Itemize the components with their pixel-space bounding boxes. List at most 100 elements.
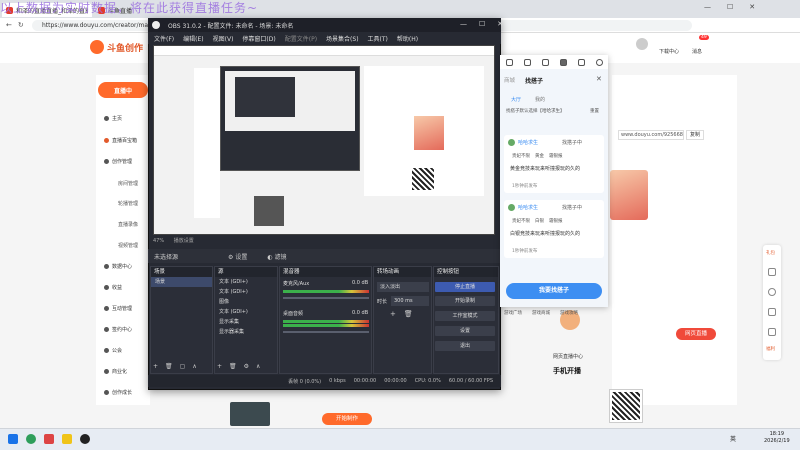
partner-card[interactable]: 哈哈求生 找搭子中 贵妃不限 黄金 霜银报 黄金竞技来玩来听撞报玩的久的 1秒钟…: [504, 135, 604, 193]
obs-minimize-icon[interactable]: —: [460, 20, 467, 28]
subtab-hall[interactable]: 大厅: [511, 96, 521, 103]
subtab-mine[interactable]: 我的: [535, 96, 545, 103]
menu-edit[interactable]: 编辑(E): [183, 34, 203, 43]
sidebar-item-income[interactable]: 收益: [104, 284, 122, 291]
gamepad-icon[interactable]: [541, 58, 549, 66]
studio-mode-button[interactable]: 工作室模式: [435, 311, 495, 321]
power-icon[interactable]: [595, 58, 603, 66]
source-item[interactable]: 文本 (GDI+): [215, 307, 277, 317]
settings-button[interactable]: 设置: [435, 326, 495, 336]
qr-code: [609, 389, 643, 423]
sidebar-item-biz[interactable]: 商业化: [104, 368, 127, 375]
menu-scene-collection[interactable]: 场景集合(S): [326, 34, 359, 43]
trash-icon[interactable]: 🗑: [165, 363, 173, 370]
source-item[interactable]: 文本 (GDI+): [215, 277, 277, 287]
sidebar-item-data[interactable]: 数据中心: [104, 263, 132, 270]
people-icon[interactable]: [559, 58, 567, 66]
popup-close-icon[interactable]: ✕: [596, 75, 602, 83]
source-item[interactable]: 文本 (GDI+): [215, 287, 277, 297]
transition-select[interactable]: 淡入淡出: [377, 282, 429, 292]
partner-card[interactable]: 哈哈求生 找搭子中 贵妃不限 白银 霜银报 白银竞技来玩来听撞报玩的久的 1秒钟…: [504, 200, 604, 258]
sidebar-item-box[interactable]: 直播百宝箱: [104, 137, 137, 144]
home-icon[interactable]: [505, 58, 513, 66]
welfare-label[interactable]: 福利: [766, 346, 775, 352]
sidebar-item-grow[interactable]: 创作成长: [104, 389, 132, 396]
source-item[interactable]: 图像: [215, 297, 277, 307]
messages[interactable]: 消息: [692, 48, 702, 55]
sidebar-item-manage[interactable]: 创作管理: [104, 158, 132, 165]
maximize-icon[interactable]: ☐: [727, 3, 733, 11]
window-icon[interactable]: [577, 58, 585, 66]
minimize-icon[interactable]: —: [704, 3, 711, 11]
mic-volume-slider[interactable]: [283, 297, 369, 299]
folder-icon[interactable]: [62, 434, 72, 444]
sidebar-item-interact[interactable]: 互动管理: [104, 305, 132, 312]
back-icon[interactable]: ←: [6, 21, 12, 29]
up-icon[interactable]: ∧: [256, 363, 260, 370]
filter-icon[interactable]: ▢: [180, 363, 186, 370]
game-mall-link[interactable]: 游戏商城: [532, 310, 550, 316]
menu-profile[interactable]: 配置文件(P): [285, 34, 317, 43]
game-guide-link[interactable]: 游戏攻略: [560, 310, 578, 316]
menu-file[interactable]: 文件(F): [154, 34, 174, 43]
copy-link-button[interactable]: 复制: [686, 130, 705, 140]
game-square-link[interactable]: 游戏广场: [504, 310, 522, 316]
sidebar-sub-carousel[interactable]: 轮播管理: [118, 200, 138, 207]
sidebar-sub-room[interactable]: 房间管理: [118, 180, 138, 187]
menu-help[interactable]: 帮助(H): [397, 34, 418, 43]
taskbar-clock[interactable]: 18:19 2026/2/19: [764, 431, 790, 445]
input-language[interactable]: 英: [730, 434, 736, 443]
sidebar-item-sign[interactable]: 签约中心: [104, 326, 132, 333]
filter-select[interactable]: 找搭子默认选择【哈哈求生】: [506, 108, 582, 114]
sidebar-item-home[interactable]: 主页: [104, 115, 122, 122]
gear-icon[interactable]: ⚙: [244, 363, 249, 370]
live-status-button[interactable]: 直播中: [98, 82, 148, 98]
close-icon[interactable]: ✕: [749, 3, 755, 11]
help-icon[interactable]: [768, 288, 776, 296]
obs-status-bar: 丢帧 0 (0.0%) 0 kbps 00:00:00 00:00:00 CPU…: [148, 375, 501, 387]
menu-tools[interactable]: 工具(T): [368, 34, 388, 43]
start-create-button[interactable]: 开始制作: [322, 413, 372, 425]
source-item[interactable]: 显示器采集: [215, 327, 277, 337]
windows-start-icon[interactable]: [8, 434, 18, 444]
scene-item[interactable]: 场景: [151, 277, 212, 287]
obs-maximize-icon[interactable]: ☐: [479, 20, 485, 28]
trash-icon[interactable]: 🗑: [404, 310, 413, 318]
source-item[interactable]: 显示采集: [215, 317, 277, 327]
app-icon[interactable]: [44, 434, 54, 444]
monitor-icon[interactable]: [768, 328, 776, 336]
menu-docks[interactable]: 停靠窗口(D): [242, 34, 275, 43]
add-icon[interactable]: +: [390, 310, 396, 318]
avatar[interactable]: [636, 38, 648, 50]
obs-preview[interactable]: [153, 45, 495, 235]
reset-button[interactable]: 重置: [590, 108, 599, 114]
playback-settings[interactable]: 播放设置: [174, 238, 194, 244]
add-icon[interactable]: +: [217, 363, 222, 370]
reload-icon[interactable]: ↻: [18, 21, 24, 29]
popup-tab-mall[interactable]: 商城: [504, 76, 515, 84]
properties-button[interactable]: ⚙ 设置: [228, 252, 247, 261]
obs-close-icon[interactable]: ✕: [497, 20, 503, 28]
desktop-volume-slider[interactable]: [283, 331, 369, 333]
duration-field[interactable]: 300 ms: [391, 296, 429, 306]
tv-icon[interactable]: [768, 268, 776, 276]
obs-taskbar-icon[interactable]: [80, 434, 90, 444]
edge-icon[interactable]: [26, 434, 36, 444]
filters-button[interactable]: ◐ 滤镜: [267, 252, 286, 261]
gift-label[interactable]: 礼包: [766, 250, 775, 256]
stop-stream-button[interactable]: 停止直播: [435, 282, 495, 292]
exit-button[interactable]: 退出: [435, 341, 495, 351]
menu-view[interactable]: 视图(V): [213, 34, 234, 43]
hand-icon[interactable]: [523, 58, 531, 66]
trash-icon[interactable]: 🗑: [229, 363, 237, 370]
add-icon[interactable]: +: [153, 363, 158, 370]
chat-icon[interactable]: [768, 308, 776, 316]
start-record-button[interactable]: 开始录制: [435, 296, 495, 306]
sidebar-sub-record[interactable]: 直播录像: [118, 221, 138, 228]
download-center[interactable]: 下载中心: [659, 48, 679, 55]
web-live-button[interactable]: 网页直播: [676, 328, 716, 340]
sidebar-sub-video[interactable]: 视频管理: [118, 242, 138, 249]
find-partner-button[interactable]: 我要找搭子: [506, 283, 602, 299]
sidebar-item-guild[interactable]: 公会: [104, 347, 122, 354]
up-icon[interactable]: ∧: [192, 363, 196, 370]
